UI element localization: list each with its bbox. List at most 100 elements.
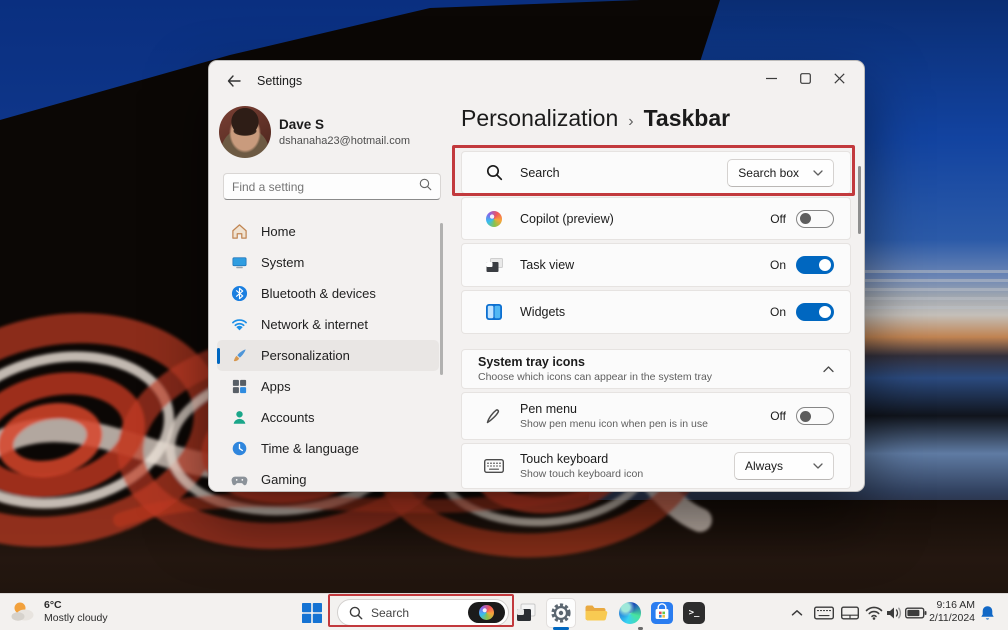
avatar[interactable] [219,106,271,158]
find-setting-input[interactable] [232,180,419,194]
weather-icon [10,600,38,624]
store-button[interactable] [650,601,674,625]
toggle-state-label: On [770,305,786,319]
sidebar-item-time-language[interactable]: Time & language [217,433,439,464]
notifications-button[interactable] [978,601,996,625]
row-touch-keyboard: Touch keyboard Show touch keyboard icon … [461,443,851,489]
terminal-icon: >_ [683,602,705,624]
accounts-icon [231,409,248,426]
section-title: System tray icons [478,355,712,369]
search-icon [419,178,432,196]
back-button[interactable] [223,70,245,92]
task-view-button[interactable] [514,601,538,625]
windows-logo-icon [302,603,322,623]
profile-name: Dave S [279,117,324,132]
sidebar-item-label: Gaming [261,472,307,487]
maximize-button[interactable] [788,65,822,91]
copilot-icon [484,211,504,227]
tray-overflow-button[interactable] [788,601,806,625]
wifi-tray-button[interactable] [864,601,884,625]
desktop: Settings Dave S dshanaha23@hotmail.com H… [0,0,1008,630]
touch-keyboard-tray-button[interactable] [812,601,836,625]
window-title: Settings [257,74,302,88]
weather-widget[interactable]: 6°C Mostly cloudy [10,599,108,625]
weather-temperature: 6°C [44,599,108,612]
sidebar-item-system[interactable]: System [217,247,439,278]
gaming-icon [231,471,248,488]
settings-window: Settings Dave S dshanaha23@hotmail.com H… [208,60,865,492]
task-view-icon [515,602,537,624]
terminal-button[interactable]: >_ [682,601,706,625]
touchpad-icon [841,606,859,620]
sidebar-item-label: Network & internet [261,317,368,332]
breadcrumb: Personalization › Taskbar [461,105,730,132]
row-label: Widgets [520,305,565,319]
gear-icon [549,601,573,625]
sidebar-item-bluetooth-devices[interactable]: Bluetooth & devices [217,278,439,309]
edge-button[interactable] [618,601,642,625]
sidebar-item-label: Home [261,224,296,239]
store-icon [651,602,673,624]
folder-icon [584,603,608,623]
clock[interactable]: 9:16 AM 2/11/2024 [929,599,975,625]
row-label: Task view [520,258,574,272]
chevron-up-icon [823,366,834,373]
sidebar-item-label: Personalization [261,348,350,363]
minimize-button[interactable] [754,65,788,91]
sidebar-item-label: Time & language [261,441,359,456]
personalization-icon [231,347,248,364]
annotation-search-row [452,145,855,196]
task-view-toggle[interactable] [796,256,834,274]
touchpad-tray-button[interactable] [838,601,862,625]
widgets-toggle[interactable] [796,303,834,321]
sidebar-item-accounts[interactable]: Accounts [217,402,439,433]
row-widgets: Widgets On [461,290,851,334]
sidebar-item-personalization[interactable]: Personalization [217,340,439,371]
sidebar-item-apps[interactable]: Apps [217,371,439,402]
copilot-toggle[interactable] [796,210,834,228]
toggle-state-label: On [770,258,786,272]
sidebar-item-home[interactable]: Home [217,216,439,247]
row-label: Pen menu [520,402,708,416]
start-button[interactable] [299,601,325,625]
annotation-taskbar-search [328,594,514,627]
sidebar-item-label: Apps [261,379,291,394]
settings-app-button[interactable] [546,598,576,628]
network-icon [231,316,248,333]
row-label: Copilot (preview) [520,212,614,226]
find-setting-searchbox[interactable] [223,173,441,200]
toggle-state-label: Off [770,409,786,423]
bell-icon [980,605,995,621]
system-tray-section-header[interactable]: System tray icons Choose which icons can… [461,349,851,389]
battery-tray-button[interactable] [904,601,928,625]
row-pen-menu: Pen menu Show pen menu icon when pen is … [461,392,851,440]
wifi-icon [865,606,883,620]
chevron-down-icon [813,463,823,469]
breadcrumb-parent[interactable]: Personalization [461,105,618,132]
page-title: Taskbar [644,105,731,132]
battery-icon [905,607,927,619]
file-explorer-button[interactable] [584,601,608,625]
sidebar-scrollbar[interactable] [440,223,443,375]
edge-icon [619,602,641,624]
sidebar-item-network-internet[interactable]: Network & internet [217,309,439,340]
chevron-up-icon [791,609,803,617]
content-scrollbar[interactable] [858,166,861,234]
row-subtitle: Show pen menu icon when pen is in use [520,418,708,430]
dropdown-value: Always [745,459,783,473]
task-view-icon [484,258,504,273]
touch-keyboard-icon [484,459,504,473]
breadcrumb-separator-icon: › [628,113,633,131]
time-language-icon [231,440,248,457]
sidebar-item-gaming[interactable]: Gaming [217,464,439,495]
keyboard-icon [814,606,834,620]
sidebar-item-label: Bluetooth & devices [261,286,376,301]
row-task-view: Task view On [461,243,851,287]
weather-condition: Mostly cloudy [44,612,108,625]
close-button[interactable] [822,65,856,91]
bluetooth-icon [231,285,248,302]
row-copilot: Copilot (preview) Off [461,197,851,240]
volume-tray-button[interactable] [884,601,904,625]
pen-menu-toggle[interactable] [796,407,834,425]
touch-keyboard-dropdown[interactable]: Always [734,452,834,480]
